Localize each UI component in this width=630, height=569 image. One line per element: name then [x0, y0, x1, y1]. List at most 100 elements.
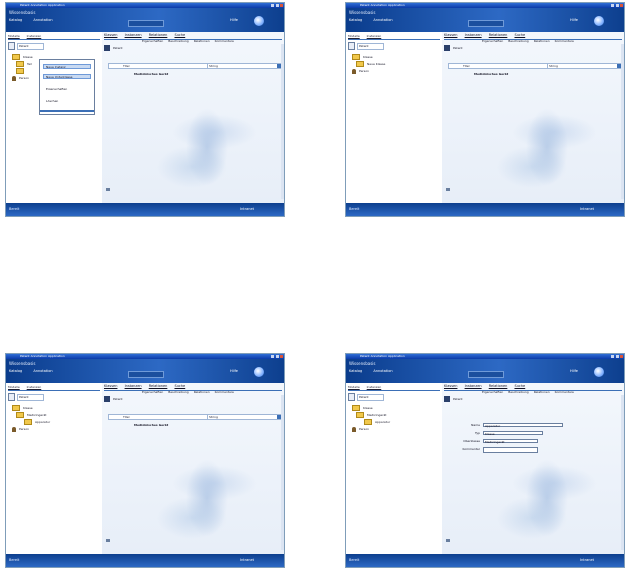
help-link[interactable]: Hilfe: [570, 369, 578, 374]
minimize-button[interactable]: [611, 355, 614, 358]
attribute-type-select[interactable]: String: [547, 64, 579, 68]
scrollbar[interactable]: [281, 395, 284, 550]
tab-classes[interactable]: Klassen: [444, 32, 457, 39]
tab-models[interactable]: Modelle: [348, 384, 360, 390]
context-menu-item[interactable]: Eigenschaften: [43, 86, 91, 91]
help-link[interactable]: Hilfe: [230, 18, 238, 23]
tree-node[interactable]: Person: [352, 68, 440, 75]
scrollbar[interactable]: [281, 44, 284, 199]
nav-arrow-icon[interactable]: [106, 539, 110, 542]
close-button[interactable]: [620, 4, 623, 7]
tree-node[interactable]: Person: [12, 426, 100, 433]
tab-relations[interactable]: Relationen: [149, 32, 168, 39]
subtab[interactable]: Beschreibung: [168, 390, 188, 394]
tab-instances[interactable]: Instanzen: [27, 33, 42, 39]
subtab[interactable]: Kommentare: [555, 390, 574, 394]
attribute-row[interactable]: Titel String: [108, 414, 282, 420]
tree-node[interactable]: Apparatur: [12, 419, 100, 426]
tab-classes[interactable]: Klassen: [104, 32, 117, 39]
subtab[interactable]: Relationen: [534, 390, 550, 394]
subtab[interactable]: Beschreibung: [168, 39, 188, 43]
subtab[interactable]: Relationen: [194, 39, 210, 43]
nav-link[interactable]: Katalog: [9, 18, 22, 23]
help-link[interactable]: Hilfe: [570, 18, 578, 23]
nav-link[interactable]: Annotation: [33, 369, 52, 374]
nav-link[interactable]: Annotation: [373, 369, 392, 374]
minimize-button[interactable]: [611, 4, 614, 7]
subtab[interactable]: Eigenschaften: [142, 390, 163, 394]
tab-instances[interactable]: Instanzen: [367, 384, 382, 390]
close-button[interactable]: [280, 355, 283, 358]
tab-models[interactable]: Modelle: [8, 384, 20, 390]
subtab[interactable]: Kommentare: [215, 390, 234, 394]
nav-link[interactable]: Katalog: [349, 18, 362, 23]
nav-arrow-icon[interactable]: [446, 188, 450, 191]
tab-instances[interactable]: Instanzen: [125, 32, 142, 39]
tab-search[interactable]: Suche: [174, 32, 185, 39]
property-field[interactable]: Klasse: [483, 431, 543, 436]
scrollbar[interactable]: [621, 44, 624, 199]
maximize-button[interactable]: [616, 355, 619, 358]
tab-classes[interactable]: Klassen: [444, 383, 457, 390]
minimize-button[interactable]: [271, 355, 274, 358]
context-menu-item[interactable]: Neue Instanz: [43, 64, 91, 69]
maximize-button[interactable]: [276, 355, 279, 358]
close-button[interactable]: [620, 355, 623, 358]
tree-node[interactable]: Medizingerät: [352, 412, 440, 419]
subtab[interactable]: Eigenschaften: [482, 39, 503, 43]
subtab[interactable]: Beschreibung: [508, 390, 528, 394]
tab-relations[interactable]: Relationen: [489, 383, 508, 390]
nav-arrow-icon[interactable]: [106, 188, 110, 191]
tab-search[interactable]: Suche: [174, 383, 185, 390]
subtab[interactable]: Relationen: [534, 39, 550, 43]
tab-classes[interactable]: Klassen: [104, 383, 117, 390]
maximize-button[interactable]: [616, 4, 619, 7]
nav-arrow-icon[interactable]: [446, 539, 450, 542]
tree-node[interactable]: Apparatur: [352, 419, 440, 426]
tree-node[interactable]: Person: [352, 426, 440, 433]
tab-instances[interactable]: Instanzen: [465, 383, 482, 390]
context-menu-item[interactable]: Löschen: [43, 98, 91, 103]
subtab[interactable]: Eigenschaften: [142, 39, 163, 43]
attribute-row[interactable]: Titel String: [448, 63, 622, 69]
scrollbar[interactable]: [621, 395, 624, 550]
property-field[interactable]: Medizingerät: [483, 439, 538, 444]
tab-relations[interactable]: Relationen: [149, 383, 168, 390]
nav-link[interactable]: Katalog: [349, 369, 362, 374]
minimize-button[interactable]: [271, 4, 274, 7]
tab-instances[interactable]: Instanzen: [465, 32, 482, 39]
tab-instances[interactable]: Instanzen: [125, 383, 142, 390]
tree-node[interactable]: Neue Klasse: [352, 61, 440, 68]
tree-node[interactable]: Klasse: [352, 54, 440, 61]
attribute-type-select[interactable]: String: [207, 64, 239, 68]
nav-link[interactable]: Katalog: [9, 369, 22, 374]
tab-search[interactable]: Suche: [514, 383, 525, 390]
maximize-button[interactable]: [276, 4, 279, 7]
search-input[interactable]: [468, 20, 504, 27]
tab-relations[interactable]: Relationen: [489, 32, 508, 39]
subtab[interactable]: Kommentare: [555, 39, 574, 43]
nav-link[interactable]: Annotation: [33, 18, 52, 23]
tab-instances[interactable]: Instanzen: [367, 33, 382, 39]
search-input[interactable]: [468, 371, 504, 378]
subtab[interactable]: Eigenschaften: [482, 390, 503, 394]
tree-node[interactable]: Klasse: [12, 405, 100, 412]
close-button[interactable]: [280, 4, 283, 7]
context-menu-item[interactable]: Neue Unterklasse: [43, 74, 91, 79]
search-input[interactable]: [128, 371, 164, 378]
property-field[interactable]: [483, 447, 538, 453]
tab-models[interactable]: Modelle: [8, 33, 20, 39]
tab-instances[interactable]: Instanzen: [27, 384, 42, 390]
subtab[interactable]: Beschreibung: [508, 39, 528, 43]
help-link[interactable]: Hilfe: [230, 369, 238, 374]
subtab[interactable]: Relationen: [194, 390, 210, 394]
tab-search[interactable]: Suche: [514, 32, 525, 39]
tree-node[interactable]: Klasse: [352, 405, 440, 412]
tree-node[interactable]: Medizingerät: [12, 412, 100, 419]
attribute-row[interactable]: Titel String: [108, 63, 282, 69]
attribute-type-select[interactable]: String: [207, 415, 239, 419]
nav-link[interactable]: Annotation: [373, 18, 392, 23]
search-input[interactable]: [128, 20, 164, 27]
tab-models[interactable]: Modelle: [348, 33, 360, 39]
subtab[interactable]: Kommentare: [215, 39, 234, 43]
